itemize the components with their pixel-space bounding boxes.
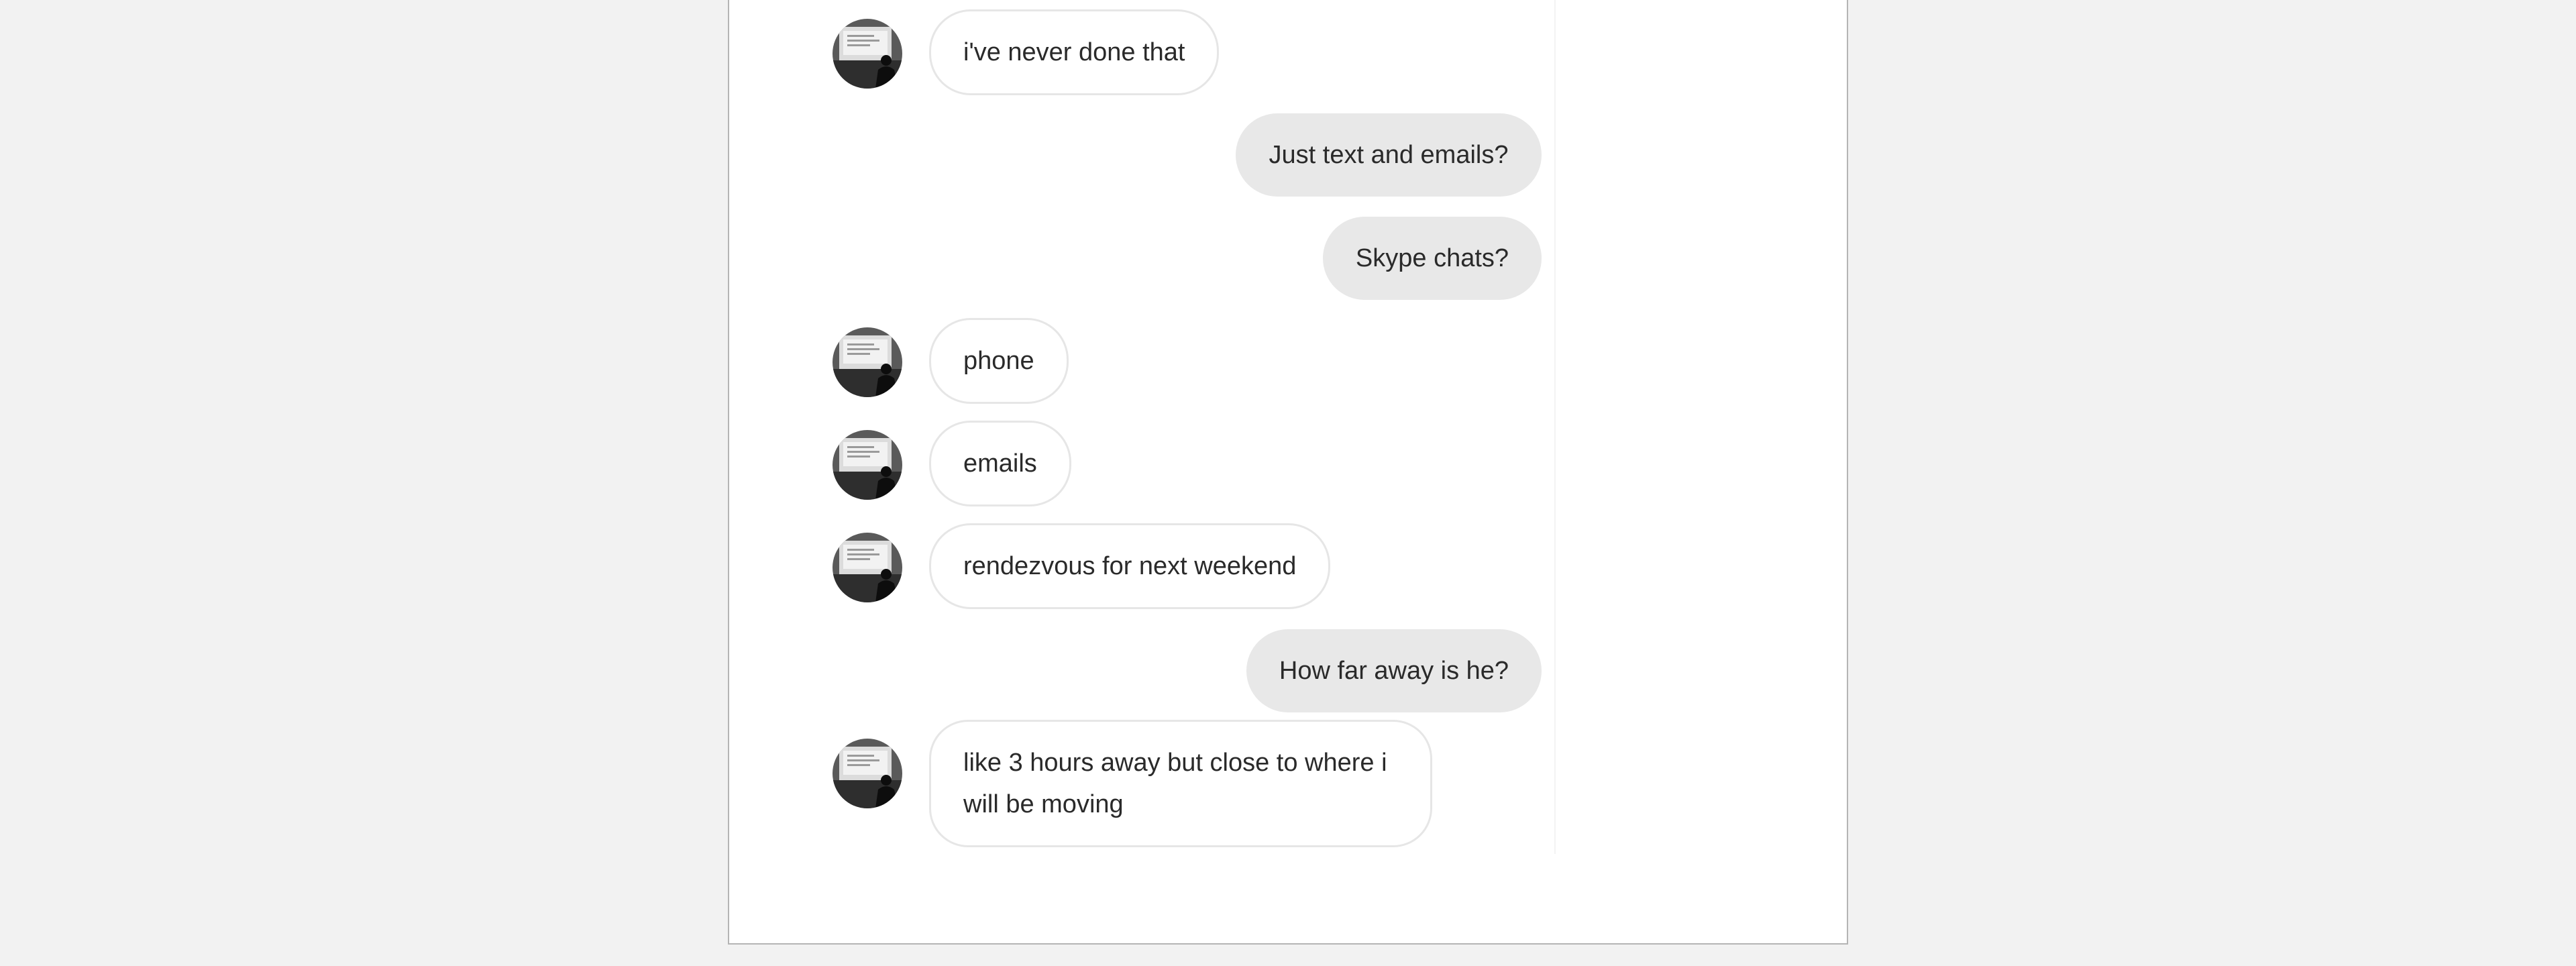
chat-page: i've never done that Just text and email… [728, 0, 1848, 945]
message-incoming[interactable]: rendezvous for next weekend [929, 523, 1331, 609]
avatar-photo-icon[interactable] [833, 739, 902, 808]
avatar-photo-icon[interactable] [833, 430, 902, 500]
message-outgoing[interactable]: Just text and emails? [1236, 113, 1542, 197]
avatar-photo-icon[interactable] [833, 533, 902, 602]
avatar-photo-icon[interactable] [833, 327, 902, 397]
avatar-photo-icon[interactable] [833, 19, 902, 89]
message-incoming[interactable]: i've never done that [929, 9, 1220, 95]
message-incoming[interactable]: like 3 hours away but close to where i w… [929, 720, 1432, 847]
message-incoming[interactable]: emails [929, 421, 1071, 506]
message-outgoing[interactable]: Skype chats? [1323, 217, 1542, 300]
message-outgoing[interactable]: How far away is he? [1246, 629, 1542, 712]
message-incoming[interactable]: phone [929, 318, 1069, 404]
message-thread[interactable]: i've never done that Just text and email… [729, 0, 1849, 946]
